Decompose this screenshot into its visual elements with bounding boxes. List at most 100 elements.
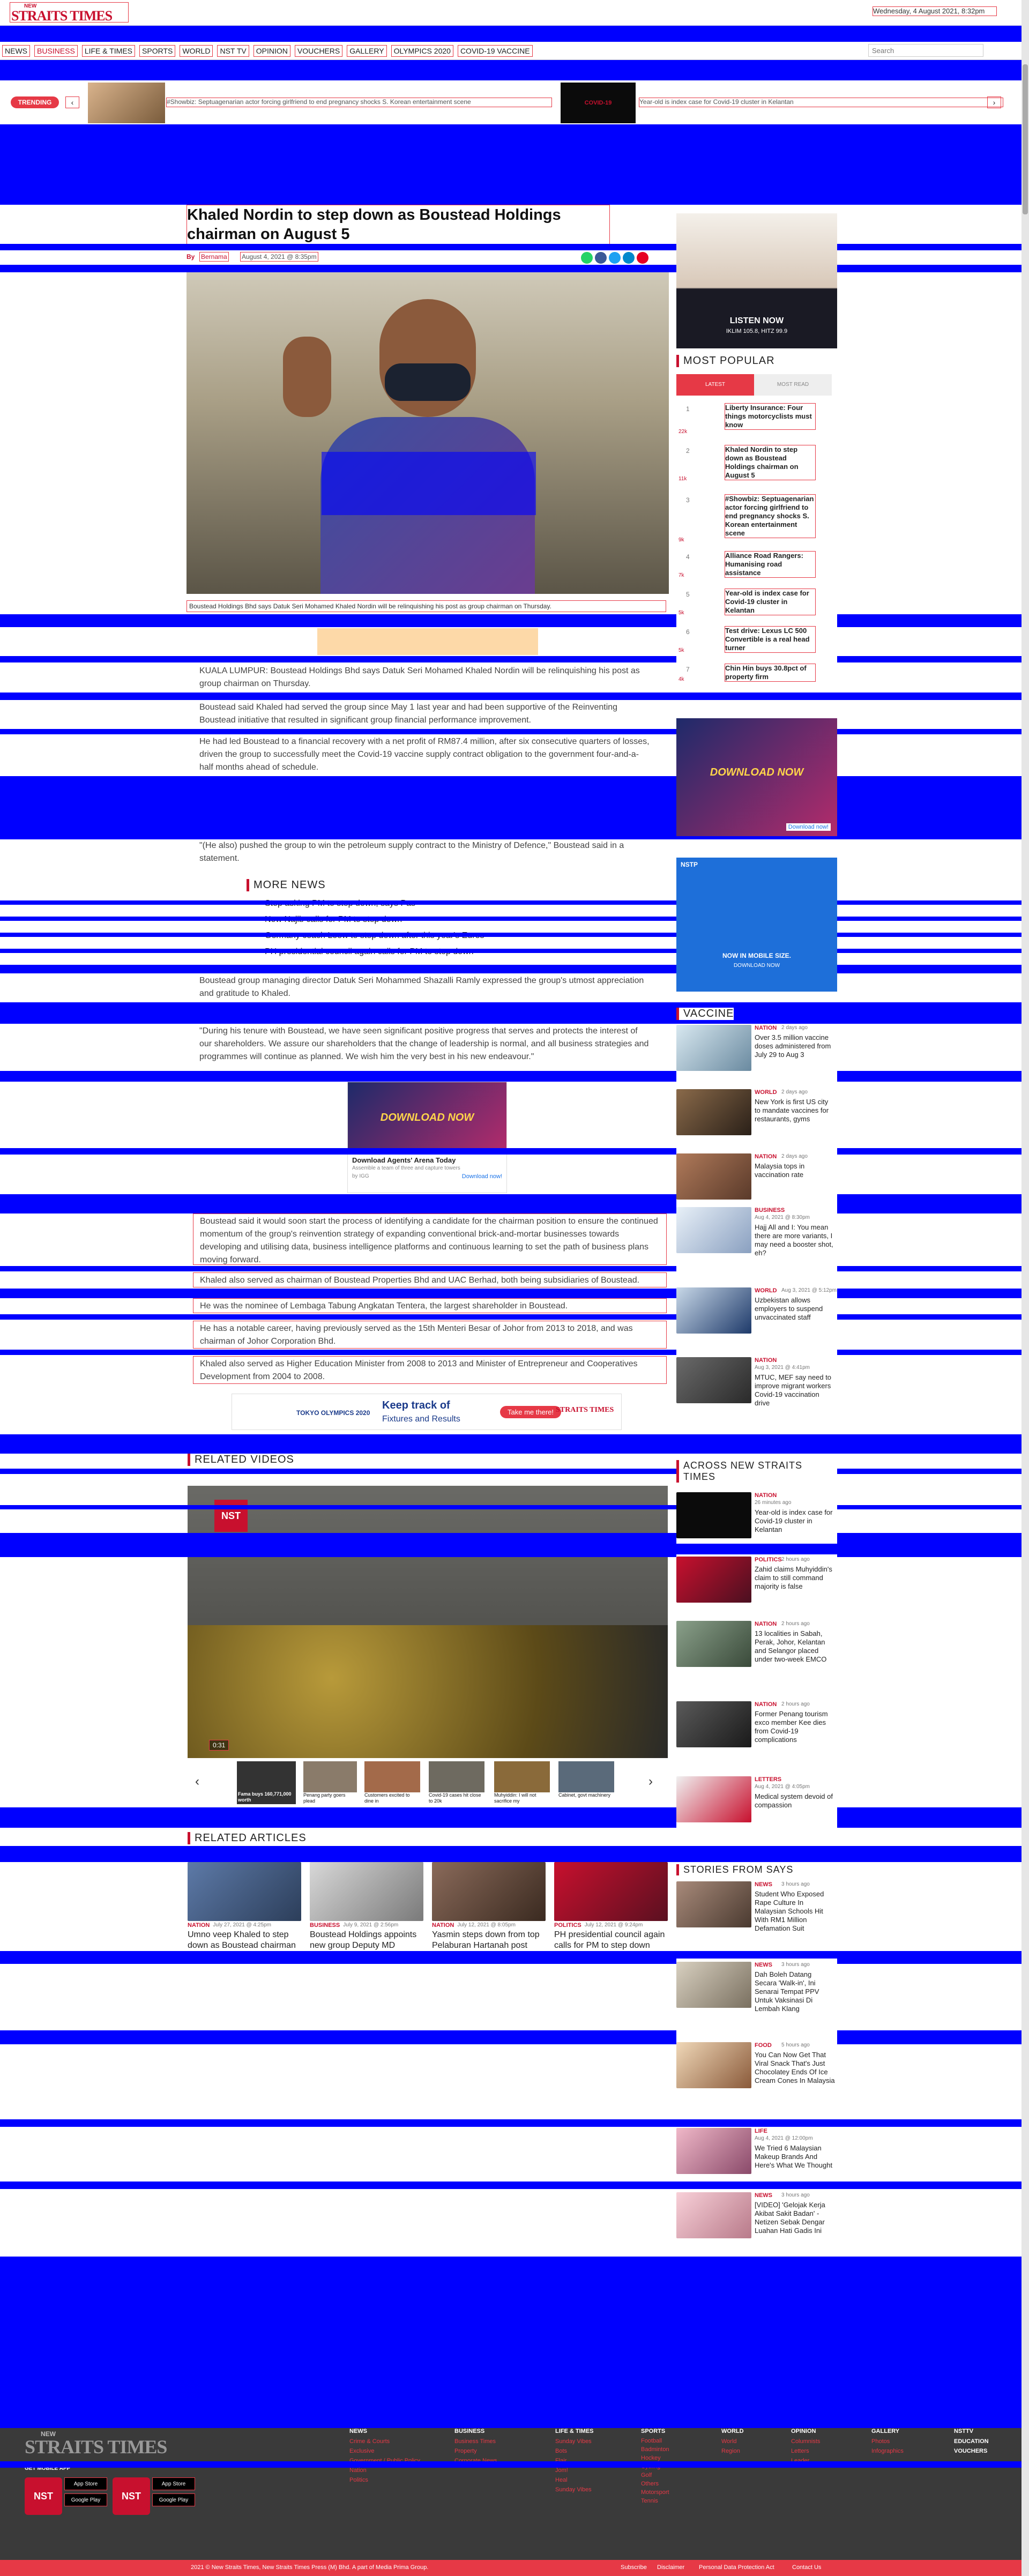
footer-link[interactable]: Letters — [791, 2446, 855, 2456]
across-item-title[interactable]: Medical system devoid of compassion — [755, 1792, 835, 1810]
video-thumb[interactable]: Customers excited to dine in — [364, 1761, 420, 1804]
olympics-banner[interactable]: TOKYO OLYMPICS 2020 Keep track of Fixtur… — [232, 1394, 622, 1430]
vaccine-item[interactable]: WORLD Aug 3, 2021 @ 5:12pm Uzbekistan al… — [676, 1287, 837, 1346]
related-article-title[interactable]: Umno veep Khaled to step down as Boustea… — [188, 1930, 301, 1951]
nav-item-life-times[interactable]: LIFE & TIMES — [81, 45, 136, 57]
across-cat[interactable]: NATION — [755, 1701, 777, 1708]
across-item[interactable]: NATION 26 minutes ago Year-old is index … — [676, 1492, 837, 1551]
related-article-cat[interactable]: NATION — [188, 1922, 210, 1929]
footer-link[interactable]: Badminton — [641, 2445, 711, 2454]
footer-link[interactable]: Infographics — [871, 2446, 936, 2456]
related-article-cat[interactable]: POLITICS — [554, 1922, 581, 1929]
footer-link[interactable]: World — [721, 2437, 786, 2446]
across-cat[interactable]: POLITICS — [755, 1557, 782, 1563]
vaccine-item[interactable]: NATION 2 days ago Malaysia tops in vacci… — [676, 1153, 837, 1200]
nav-item-opinion[interactable]: OPINION — [253, 45, 290, 57]
footer-link[interactable]: Crime & Courts — [349, 2437, 435, 2446]
trending-item-1[interactable]: #Showbiz: Septuagenarian actor forcing g… — [166, 98, 552, 107]
across-item[interactable]: POLITICS 2 hours ago Zahid claims Muhyid… — [676, 1557, 837, 1615]
popular-item[interactable]: 1 22k Liberty Insurance: Four things mot… — [676, 403, 837, 437]
story-item-title[interactable]: We Tried 6 Malaysian Makeup Brands And H… — [755, 2144, 835, 2170]
footer-logo[interactable]: NEW STRAITS TIMES — [25, 2430, 185, 2462]
story-item[interactable]: NEWS 3 hours ago [VIDEO] 'Gelojak Kerja … — [676, 2192, 837, 2257]
footer-col-head[interactable]: NEWS — [349, 2428, 435, 2434]
footer-col-head[interactable]: WORLD — [721, 2428, 786, 2434]
footer-google-play-1[interactable]: Google Play — [64, 2493, 107, 2506]
trending-thumb-1[interactable] — [88, 83, 165, 123]
vaccine-item-title[interactable]: Hajj All and I: You mean there are more … — [755, 1223, 835, 1257]
telegram-icon[interactable] — [623, 252, 635, 264]
popular-title[interactable]: #Showbiz: Septuagenarian actor forcing g… — [725, 494, 816, 538]
vaccine-cat[interactable]: WORLD — [755, 1287, 777, 1294]
story-cat[interactable]: NEWS — [755, 1881, 772, 1888]
across-item-title[interactable]: Year-old is index case for Covid-19 clus… — [755, 1508, 835, 1534]
nav-item-sports[interactable]: SPORTS — [139, 45, 176, 57]
vaccine-item-title[interactable]: MTUC, MEF say need to improve migrant wo… — [755, 1373, 835, 1408]
story-item-title[interactable]: Dah Boleh Datang Secara 'Walk-in', Ini S… — [755, 1970, 835, 2013]
footer-bottom-link[interactable]: Contact Us — [792, 2564, 821, 2571]
footer-link[interactable]: Politics — [349, 2475, 435, 2485]
footer-bottom-link[interactable]: Subscribe — [621, 2564, 647, 2571]
story-item[interactable]: LIFE Aug 4, 2021 @ 12:00pm We Tried 6 Ma… — [676, 2128, 837, 2187]
vaccine-cat[interactable]: NATION — [755, 1153, 777, 1160]
nstp-line2[interactable]: DOWNLOAD NOW — [676, 963, 837, 969]
sidebar-game-ad[interactable]: DOWNLOAD NOW Download now! — [676, 718, 837, 836]
across-item-title[interactable]: Former Penang tourism exco member Kee di… — [755, 1710, 835, 1744]
footer-link[interactable]: Region — [721, 2446, 786, 2456]
page-scrollbar[interactable] — [1021, 0, 1029, 2576]
across-item[interactable]: NATION 2 hours ago Former Penang tourism… — [676, 1701, 837, 1771]
vaccine-cat[interactable]: BUSINESS — [755, 1207, 785, 1213]
nav-item-world[interactable]: WORLD — [180, 45, 213, 57]
story-item[interactable]: FOOD 5 hours ago You Can Now Get That Vi… — [676, 2042, 837, 2123]
footer-link[interactable]: Sunday Vibes — [555, 2485, 630, 2495]
carousel-prev-icon[interactable]: ‹ — [195, 1774, 199, 1789]
popular-item[interactable]: 4 7k Alliance Road Rangers: Humanising r… — [676, 551, 837, 581]
footer-link[interactable]: Others — [641, 2480, 711, 2488]
nav-item-covid-vaccine[interactable]: COVID-19 VACCINE — [457, 45, 533, 57]
vaccine-item-title[interactable]: Uzbekistan allows employers to suspend u… — [755, 1296, 835, 1322]
search-input[interactable] — [868, 44, 983, 57]
nav-item-business[interactable]: BUSINESS — [34, 45, 78, 57]
nav-item-news[interactable]: NEWS — [2, 45, 30, 57]
related-article-cat[interactable]: NATION — [432, 1922, 454, 1929]
related-article-card[interactable]: NATION July 27, 2021 @ 4:25pm Umno veep … — [188, 1862, 301, 1951]
vaccine-item[interactable]: BUSINESS Aug 4, 2021 @ 8:30pm Hajj All a… — [676, 1207, 837, 1277]
related-article-card[interactable]: BUSINESS July 9, 2021 @ 2:56pm Boustead … — [310, 1862, 423, 1951]
game-ad-cta[interactable]: Download now! — [462, 1173, 502, 1180]
twitter-icon[interactable] — [609, 252, 621, 264]
footer-bottom-link[interactable]: Disclaimer — [657, 2564, 684, 2571]
across-cat[interactable]: NATION — [755, 1492, 777, 1499]
footer-link[interactable]: VOUCHERS — [954, 2446, 1018, 2456]
vaccine-item[interactable]: NATION 2 days ago Over 3.5 million vacci… — [676, 1025, 837, 1084]
footer-link[interactable]: Columnists — [791, 2437, 855, 2446]
footer-col-head[interactable]: NSTTV — [954, 2428, 1018, 2434]
site-logo[interactable]: NEW STRAITS TIMES — [10, 2, 129, 24]
vaccine-item-title[interactable]: Malaysia tops in vaccination rate — [755, 1162, 835, 1179]
related-article-cat[interactable]: BUSINESS — [310, 1922, 340, 1929]
footer-link[interactable]: Exclusive — [349, 2446, 435, 2456]
popular-item[interactable]: 5 5k Year-old is index case for Covid-19… — [676, 589, 837, 619]
related-article-card[interactable]: POLITICS July 12, 2021 @ 9:24pm PH presi… — [554, 1862, 668, 1951]
popular-title[interactable]: Liberty Insurance: Four things motorcycl… — [725, 403, 816, 430]
footer-bottom-link[interactable]: Personal Data Protection Act — [699, 2564, 774, 2571]
across-cat[interactable]: LETTERS — [755, 1776, 781, 1783]
tab-most-read[interactable]: MOST READ — [754, 374, 832, 396]
video-thumb[interactable]: Muhyiddin: I will not sacrifice my — [494, 1761, 550, 1804]
across-item-title[interactable]: Zahid claims Muhyiddin's claim to still … — [755, 1565, 835, 1591]
video-thumb[interactable]: Penang party goers plead — [303, 1761, 357, 1804]
popular-title[interactable]: Khaled Nordin to step down as Boustead H… — [725, 445, 816, 480]
footer-link[interactable]: Heal — [555, 2475, 630, 2485]
carousel-next-icon[interactable]: › — [648, 1774, 653, 1789]
footer-link[interactable]: Football — [641, 2437, 711, 2445]
footer-link[interactable]: Property — [454, 2446, 540, 2456]
video-thumb[interactable]: Covid-19 cases hit close to 20k — [429, 1761, 484, 1804]
related-article-title[interactable]: Yasmin steps down from top Pelaburan Har… — [432, 1930, 546, 1951]
popular-item[interactable]: 3 9k #Showbiz: Septuagenarian actor forc… — [676, 494, 837, 546]
video-thumb[interactable]: Fama buys 160,771,000 worth — [237, 1761, 296, 1804]
nstp-ad[interactable]: NSTP NOW IN MOBILE SIZE. DOWNLOAD NOW — [676, 858, 837, 992]
popular-item[interactable]: 6 5k Test drive: Lexus LC 500 Convertibl… — [676, 626, 837, 656]
vaccine-item-title[interactable]: Over 3.5 million vaccine doses administe… — [755, 1033, 835, 1059]
story-cat[interactable]: FOOD — [755, 2042, 772, 2049]
across-item-title[interactable]: 13 localities in Sabah, Perak, Johor, Ke… — [755, 1629, 835, 1664]
trending-thumb-2[interactable]: COVID-19 — [561, 83, 636, 123]
